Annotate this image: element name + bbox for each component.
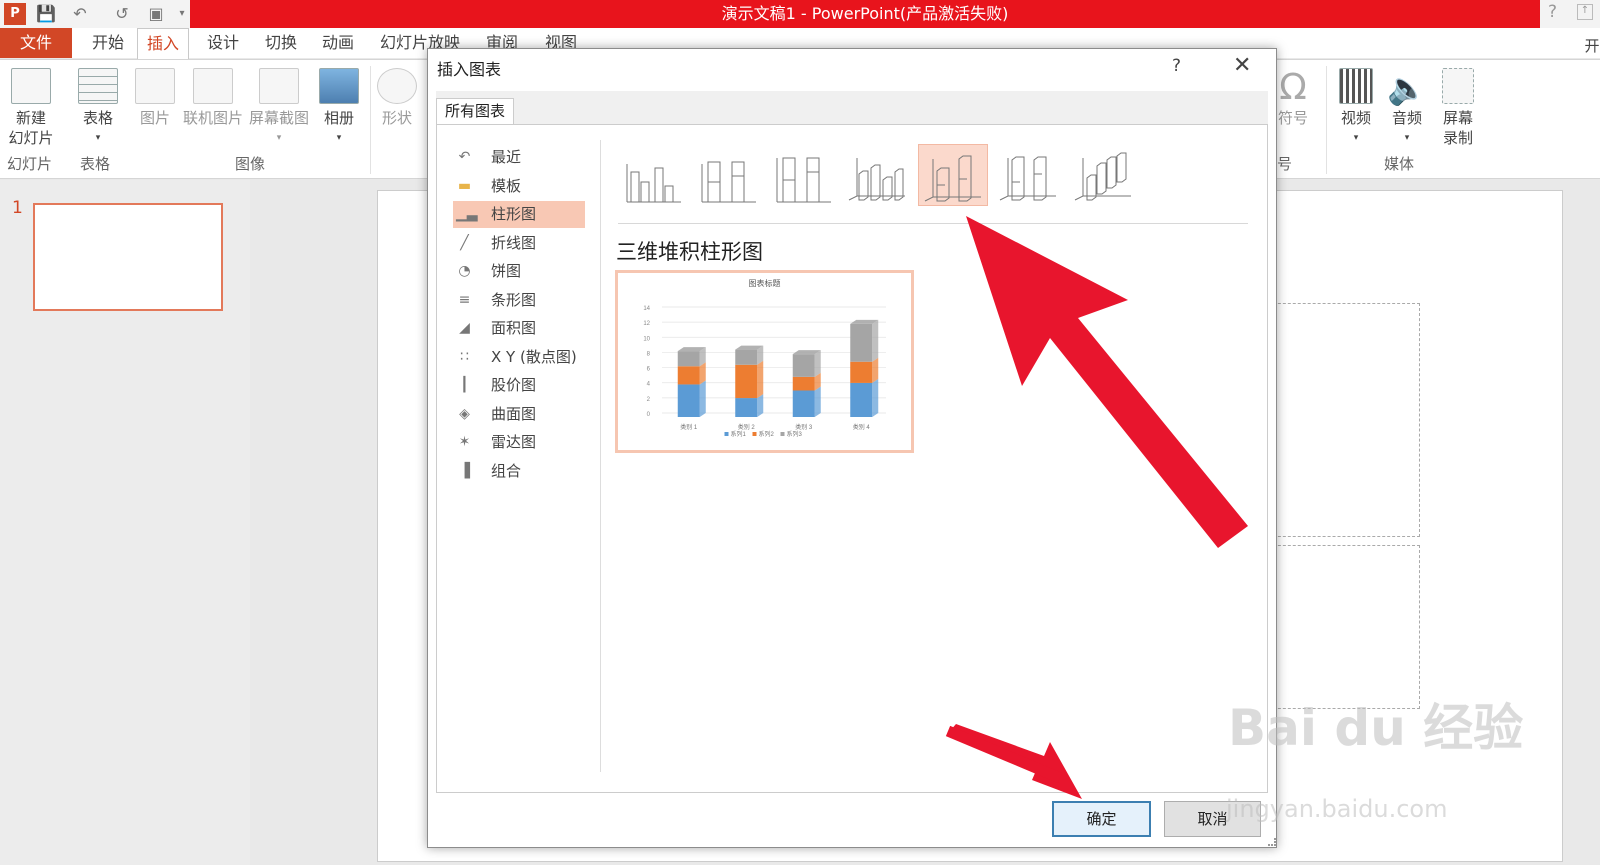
- annotation-arrow-large: [966, 216, 1248, 548]
- annotation-arrow-small-shaft: [945, 725, 1063, 784]
- watermark-url: jingyan.baidu.com: [1226, 795, 1448, 823]
- watermark: Bai du 经验: [1228, 699, 1524, 757]
